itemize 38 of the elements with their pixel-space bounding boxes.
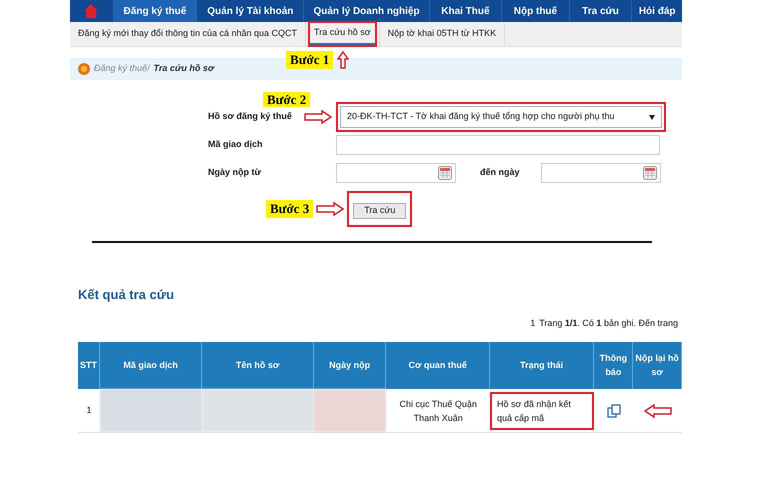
copy-icon[interactable] [606, 404, 621, 418]
page-number: 1 [530, 316, 536, 330]
emblem-icon [78, 63, 90, 75]
annotation-arrow [644, 404, 672, 418]
results-title: Kết quả tra cứu [78, 286, 176, 304]
step-label: Bước 2 [263, 92, 310, 107]
table-cell: Hồ sơ đã nhận kết quả cấp mã [490, 392, 594, 430]
table-cell-text: Chi cục Thuế Quận Thanh Xuân [398, 398, 478, 424]
breadcrumb-current: Tra cứu hồ sơ [154, 62, 214, 76]
nav-tab[interactable]: Đăng ký thuế [112, 0, 196, 22]
calendar-icon[interactable] [643, 166, 657, 180]
calendar-icon[interactable] [438, 166, 452, 180]
pagination-text: Trang 1/1. Có 1 bản ghi. Đến trang [539, 316, 678, 330]
field-label: đến ngày [480, 166, 521, 180]
sub-nav-tab[interactable]: Tra cứu hồ sơ [310, 23, 375, 45]
home-icon[interactable] [83, 3, 100, 19]
column-header: STT [78, 342, 100, 389]
date-to-field[interactable] [541, 163, 661, 183]
sub-nav-tab[interactable]: Nộp tờ khai 05TH từ HTKK [384, 23, 500, 45]
table-cell-text: 1 [85, 404, 92, 417]
field-label: Hồ sơ đăng ký thuế [208, 110, 293, 124]
annotation-arrow [304, 110, 332, 124]
column-header: Cơ quan thuế [386, 342, 490, 389]
column-header: Thông báo [594, 342, 634, 389]
sub-nav-tab[interactable]: Đăng ký mới thay đổi thông tin của cá nhân qua CQCT [74, 23, 302, 45]
step-label: Bước 3 [266, 200, 314, 218]
field-label: Ngày nộp từ [208, 166, 262, 180]
dropdown-icon [649, 114, 655, 120]
document-type-select[interactable]: 20-ĐK-TH-TCT - Tờ khai đăng ký thuế tổng hợp cho người phụ thu [340, 106, 662, 128]
field-label: Mã giao dịch [208, 138, 264, 152]
annotation-arrow [316, 202, 344, 216]
column-header: Nộp lại hồ sơ [633, 342, 682, 389]
transaction-code-field[interactable] [336, 135, 660, 155]
search-button[interactable]: Tra cứu [353, 202, 406, 219]
column-header: Trạng thái [490, 342, 594, 389]
date-from-field[interactable] [336, 163, 456, 183]
annotation-arrow [337, 51, 350, 69]
step-label: Bước 1 [286, 51, 334, 69]
